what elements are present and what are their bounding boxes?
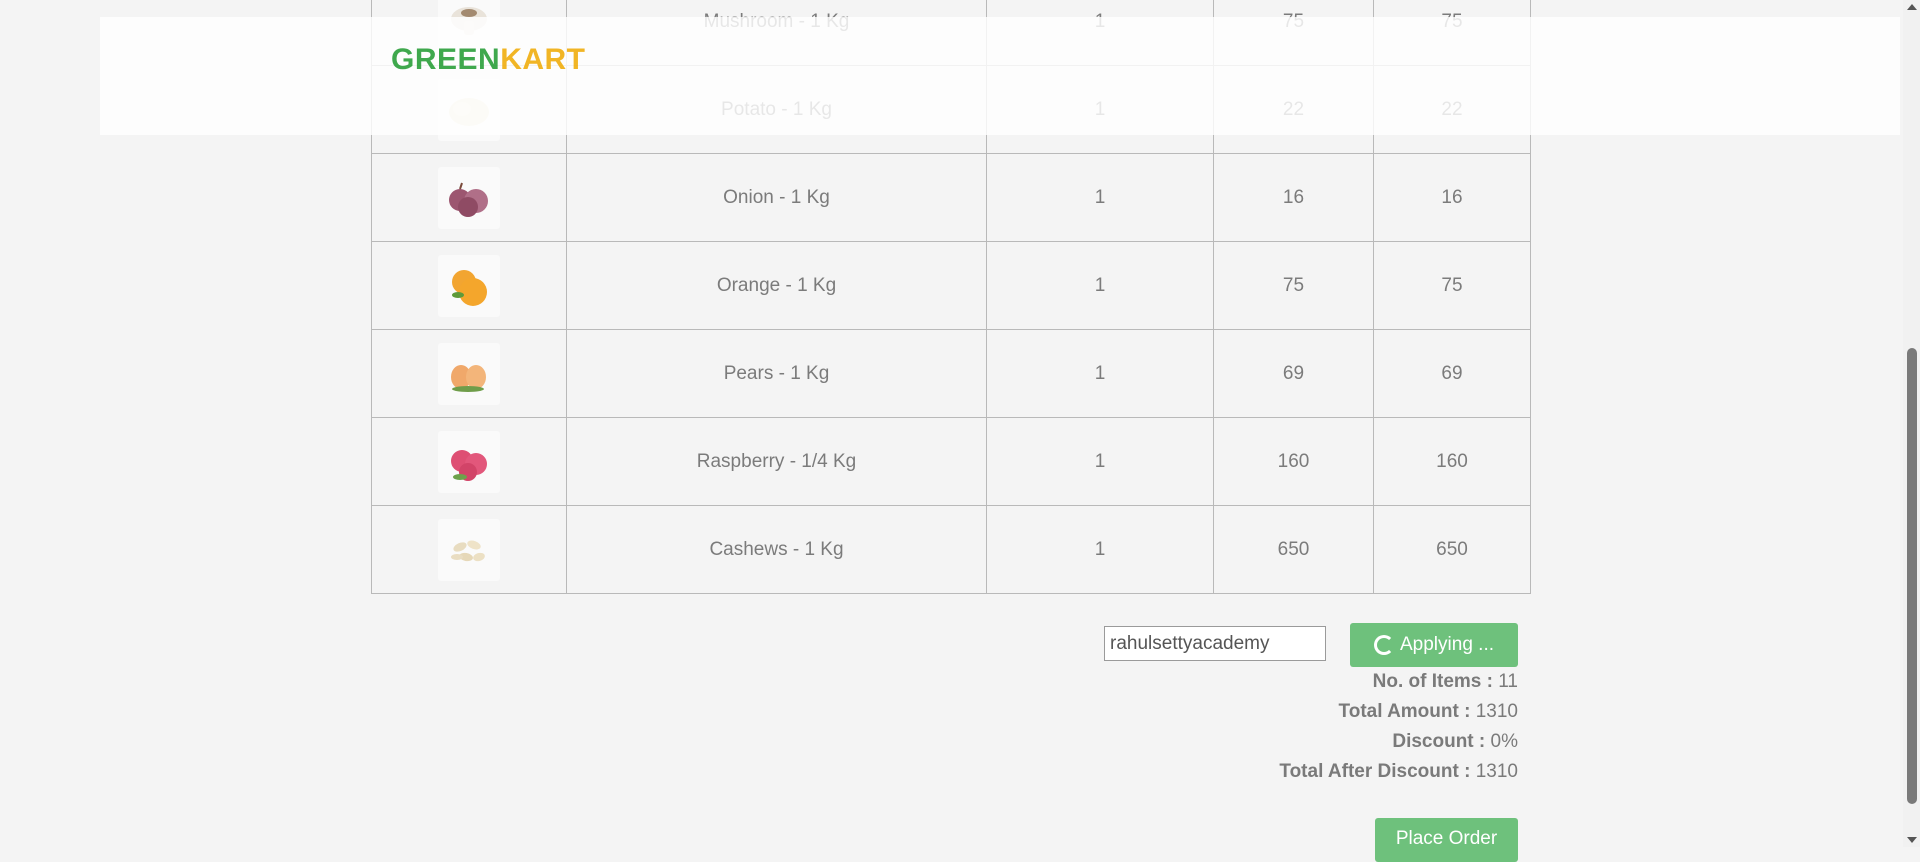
table-row: Cashews - 1 Kg 1 650 650 bbox=[371, 505, 1531, 594]
product-image-cell bbox=[371, 505, 567, 594]
product-total: 75 bbox=[1373, 241, 1531, 330]
product-total: 650 bbox=[1373, 505, 1531, 594]
product-price: 160 bbox=[1213, 417, 1374, 506]
product-price: 75 bbox=[1213, 241, 1374, 330]
product-total: 16 bbox=[1373, 153, 1531, 242]
product-image-cell bbox=[371, 417, 567, 506]
scroll-down-arrow-icon[interactable] bbox=[1907, 837, 1917, 843]
logo-kart-text: KART bbox=[500, 43, 586, 76]
discount: Discount : 0% bbox=[1392, 731, 1518, 753]
product-name: Raspberry - 1/4 Kg bbox=[566, 417, 987, 506]
total-after-discount: Total After Discount : 1310 bbox=[1279, 761, 1518, 783]
table-row: Orange - 1 Kg 1 75 75 bbox=[371, 241, 1531, 330]
apply-promo-button[interactable]: Applying ... bbox=[1350, 623, 1518, 667]
cashews-image bbox=[438, 518, 500, 581]
product-quantity: 1 bbox=[986, 329, 1214, 418]
after-discount-value: 1310 bbox=[1475, 761, 1518, 782]
scrollbar-thumb[interactable] bbox=[1907, 348, 1917, 804]
apply-button-label: Applying ... bbox=[1400, 634, 1494, 655]
product-quantity: 1 bbox=[986, 417, 1214, 506]
amount-value: 1310 bbox=[1475, 701, 1518, 722]
onion-image bbox=[438, 166, 500, 229]
product-price: 69 bbox=[1213, 329, 1374, 418]
product-price: 650 bbox=[1213, 505, 1374, 594]
product-quantity: 1 bbox=[986, 153, 1214, 242]
greenkart-logo[interactable]: GREENKART bbox=[391, 43, 586, 77]
product-name: Onion - 1 Kg bbox=[566, 153, 987, 242]
product-image-cell bbox=[371, 329, 567, 418]
product-image-cell bbox=[371, 153, 567, 242]
place-order-button[interactable]: Place Order bbox=[1375, 818, 1518, 862]
site-header bbox=[100, 17, 1900, 135]
after-discount-label: Total After Discount : bbox=[1279, 761, 1471, 782]
product-name: Cashews - 1 Kg bbox=[566, 505, 987, 594]
scroll-up-arrow-icon[interactable] bbox=[1907, 4, 1917, 10]
total-amount: Total Amount : 1310 bbox=[1339, 701, 1518, 723]
discount-value: 0% bbox=[1490, 731, 1518, 752]
product-total: 69 bbox=[1373, 329, 1531, 418]
items-value: 11 bbox=[1498, 671, 1518, 692]
product-name: Pears - 1 Kg bbox=[566, 329, 987, 418]
product-total: 160 bbox=[1373, 417, 1531, 506]
table-row: Raspberry - 1/4 Kg 1 160 160 bbox=[371, 417, 1531, 506]
orange-image bbox=[438, 254, 500, 317]
product-price: 16 bbox=[1213, 153, 1374, 242]
product-name: Orange - 1 Kg bbox=[566, 241, 987, 330]
pears-image bbox=[438, 342, 500, 405]
items-count: No. of Items : 11 bbox=[1373, 671, 1518, 693]
loading-spinner-icon bbox=[1374, 635, 1394, 655]
promo-code-input[interactable] bbox=[1104, 626, 1326, 661]
page-scrollbar[interactable] bbox=[1903, 0, 1920, 847]
amount-label: Total Amount : bbox=[1338, 701, 1471, 722]
product-quantity: 1 bbox=[986, 241, 1214, 330]
items-label: No. of Items : bbox=[1372, 671, 1493, 692]
logo-green-text: GREEN bbox=[391, 43, 501, 76]
product-image-cell bbox=[371, 241, 567, 330]
table-row: Pears - 1 Kg 1 69 69 bbox=[371, 329, 1531, 418]
discount-label: Discount : bbox=[1392, 731, 1486, 752]
raspberry-image bbox=[438, 430, 500, 493]
table-row: Onion - 1 Kg 1 16 16 bbox=[371, 153, 1531, 242]
product-quantity: 1 bbox=[986, 505, 1214, 594]
